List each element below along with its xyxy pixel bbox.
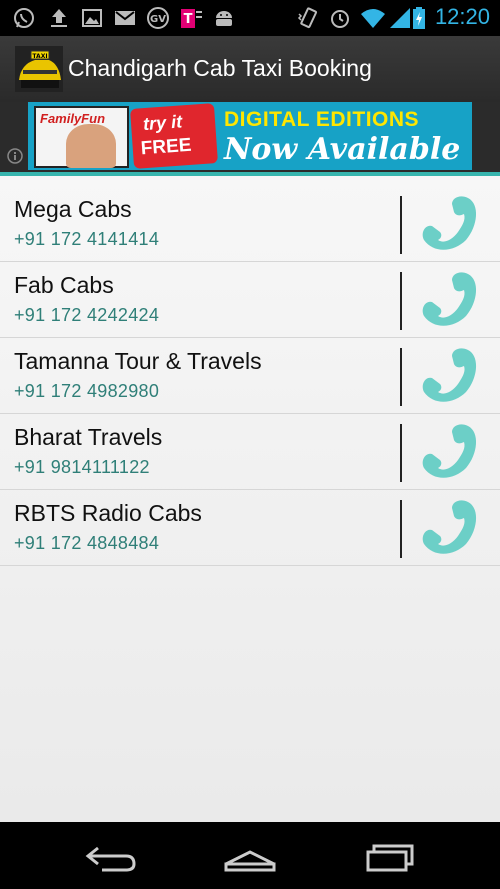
signal-icon — [390, 8, 410, 28]
tmobile-icon: T — [181, 9, 202, 28]
divider — [400, 196, 402, 254]
ad-try-badge: try it FREE — [130, 103, 218, 169]
svg-text:T: T — [184, 12, 193, 27]
call-icon[interactable] — [418, 346, 482, 406]
clock: 12:20 — [434, 4, 490, 29]
upload-icon — [51, 9, 67, 27]
svg-text:TAXI: TAXI — [32, 53, 47, 60]
cab-name: Bharat Travels — [14, 424, 163, 450]
home-icon[interactable] — [220, 838, 280, 874]
android-icon — [216, 11, 232, 26]
ad-try-text: try it — [142, 111, 183, 135]
recent-apps-icon[interactable] — [360, 838, 420, 874]
list-item[interactable]: Mega Cabs +91 172 4141414 — [0, 186, 500, 262]
battery-charging-icon — [413, 7, 425, 29]
call-icon[interactable] — [418, 194, 482, 254]
taxi-app-icon[interactable]: TAXI — [15, 46, 63, 92]
cab-list: Mega Cabs +91 172 4141414 Fab Cabs +91 1… — [0, 172, 500, 822]
list-item[interactable]: Bharat Travels +91 9814111122 — [0, 414, 500, 490]
list-item[interactable]: Tamanna Tour & Travels +91 172 4982980 — [0, 338, 500, 414]
ad-headline: DIGITAL EDITIONS — [224, 108, 420, 131]
cab-phone: +91 172 4982980 — [14, 381, 160, 401]
cab-name: Mega Cabs — [14, 196, 132, 222]
cab-name: RBTS Radio Cabs — [14, 500, 202, 526]
cab-phone: +91 172 4848484 — [14, 533, 160, 553]
call-icon[interactable] — [418, 422, 482, 482]
page-title: Chandigarh Cab Taxi Booking — [68, 55, 372, 81]
ad-banner[interactable]: FamilyFun try it FREE DIGITAL EDITIONS N… — [28, 102, 472, 170]
divider — [400, 348, 402, 406]
status-bar: GV T 12:20 — [0, 0, 500, 36]
image-icon — [82, 9, 102, 27]
call-icon[interactable] — [418, 498, 482, 558]
wifi-icon — [361, 9, 385, 28]
alarm-icon — [331, 10, 349, 28]
info-icon[interactable] — [7, 148, 23, 164]
list-item[interactable]: RBTS Radio Cabs +91 172 4848484 — [0, 490, 500, 566]
divider — [400, 272, 402, 330]
ad-subheadline: Now Available — [224, 132, 461, 167]
action-bar: TAXI Chandigarh Cab Taxi Booking — [0, 36, 500, 102]
vibrate-icon — [297, 7, 318, 29]
call-icon[interactable] — [418, 270, 482, 330]
cab-name: Tamanna Tour & Travels — [14, 348, 262, 374]
ad-magazine-photo — [66, 124, 116, 168]
navigation-bar — [0, 822, 500, 889]
divider — [400, 424, 402, 482]
google-voice-icon: GV — [147, 7, 169, 29]
cab-phone: +91 172 4141414 — [14, 229, 160, 249]
ad-free-text: FREE — [140, 134, 193, 160]
back-icon[interactable] — [80, 838, 140, 874]
ad-magazine-cover: FamilyFun — [34, 106, 129, 168]
svg-text:GV: GV — [150, 14, 166, 25]
divider — [400, 500, 402, 558]
ad-magazine-title: FamilyFun — [40, 111, 106, 126]
cab-phone: +91 172 4242424 — [14, 305, 160, 325]
gmail-icon — [115, 11, 135, 25]
cab-name: Fab Cabs — [14, 272, 114, 298]
whatsapp-icon — [14, 8, 34, 28]
list-item[interactable]: Fab Cabs +91 172 4242424 — [0, 262, 500, 338]
cab-phone: +91 9814111122 — [14, 457, 150, 477]
